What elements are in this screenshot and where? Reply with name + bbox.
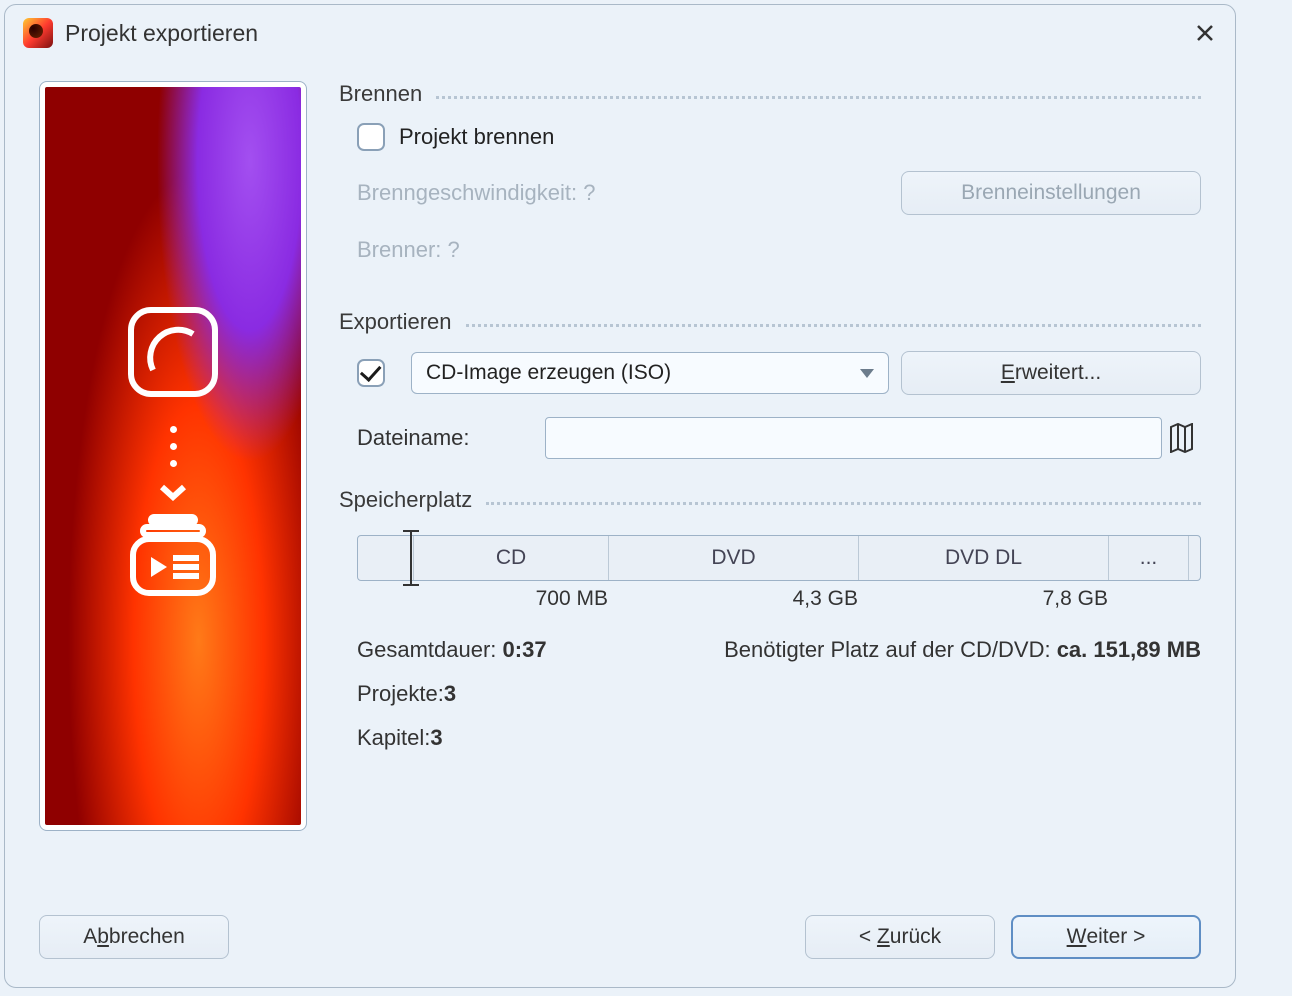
preview-panel	[39, 81, 307, 831]
filename-browse-button[interactable]	[1161, 417, 1201, 459]
export-format-select[interactable]: CD-Image erzeugen (ISO)	[411, 352, 889, 394]
storage-seg-cd: CD	[414, 536, 609, 580]
storage-seg-dvd: DVD	[609, 536, 859, 580]
back-button[interactable]: < Zurück	[805, 915, 995, 959]
tick-cd: 700 MB	[413, 587, 608, 611]
burn-project-label: Projekt brennen	[399, 124, 554, 150]
chevron-down-icon	[159, 483, 187, 501]
storage-seg-more: ...	[1109, 536, 1189, 580]
export-enable-checkbox[interactable]	[357, 359, 385, 387]
storage-seg-dvddl: DVD DL	[859, 536, 1109, 580]
cancel-button[interactable]: Abbrechen	[39, 915, 229, 959]
dialog-body: Brennen Projekt brennen Brenngeschwindig…	[5, 61, 1235, 895]
burn-settings-button[interactable]: Brenneinstellungen	[901, 171, 1201, 215]
export-format-value: CD-Image erzeugen (ISO)	[426, 361, 671, 385]
app-icon	[23, 18, 53, 48]
projects-label: Projekte:	[357, 681, 444, 707]
section-burn-header: Brennen	[339, 81, 1201, 107]
close-icon	[1196, 24, 1214, 42]
section-export-header: Exportieren	[339, 309, 1201, 335]
duration-value: 0:37	[503, 637, 547, 662]
filename-input[interactable]	[545, 417, 1162, 459]
main-column: Brennen Projekt brennen Brenngeschwindig…	[339, 81, 1201, 895]
dialog-footer: Abbrechen < Zurück Weiter >	[5, 895, 1235, 987]
section-storage-header: Speicherplatz	[339, 487, 1201, 513]
storage-capacity-bar[interactable]: CD DVD DVD DL ...	[357, 535, 1201, 581]
burner-label: Brenner: ?	[357, 237, 460, 263]
duration-label: Gesamtdauer:	[357, 637, 503, 662]
projects-value: 3	[444, 681, 456, 707]
storage-used-segment	[358, 536, 414, 580]
storage-cursor-icon	[410, 530, 412, 586]
caret-down-icon	[860, 369, 874, 378]
player-stack-icon	[123, 511, 223, 601]
export-advanced-button[interactable]: Erweitert...	[901, 351, 1201, 395]
close-button[interactable]	[1189, 17, 1221, 49]
burn-project-checkbox[interactable]	[357, 123, 385, 151]
transfer-dots-icon	[170, 426, 177, 467]
tick-dvddl: 7,8 GB	[858, 587, 1108, 611]
window-title: Projekt exportieren	[65, 20, 1189, 47]
tick-dvd: 4,3 GB	[608, 587, 858, 611]
chapters-label: Kapitel:	[357, 725, 430, 751]
preview-image	[45, 87, 301, 825]
chapters-value: 3	[430, 725, 442, 751]
required-space-value: ca. 151,89 MB	[1057, 637, 1201, 662]
burn-speed-label: Brenngeschwindigkeit: ?	[357, 180, 595, 206]
storage-tick-labels: 700 MB 4,3 GB 7,8 GB	[357, 587, 1201, 611]
storage-stats: Gesamtdauer: 0:37 Benötigter Platz auf d…	[357, 637, 1201, 751]
next-button[interactable]: Weiter >	[1011, 915, 1201, 959]
filename-label: Dateiname:	[357, 425, 527, 451]
required-space-label: Benötigter Platz auf der CD/DVD:	[724, 637, 1057, 662]
disc-icon	[123, 302, 223, 402]
export-dialog: Projekt exportieren	[4, 4, 1236, 988]
folder-map-icon	[1168, 423, 1194, 453]
titlebar: Projekt exportieren	[5, 5, 1235, 61]
